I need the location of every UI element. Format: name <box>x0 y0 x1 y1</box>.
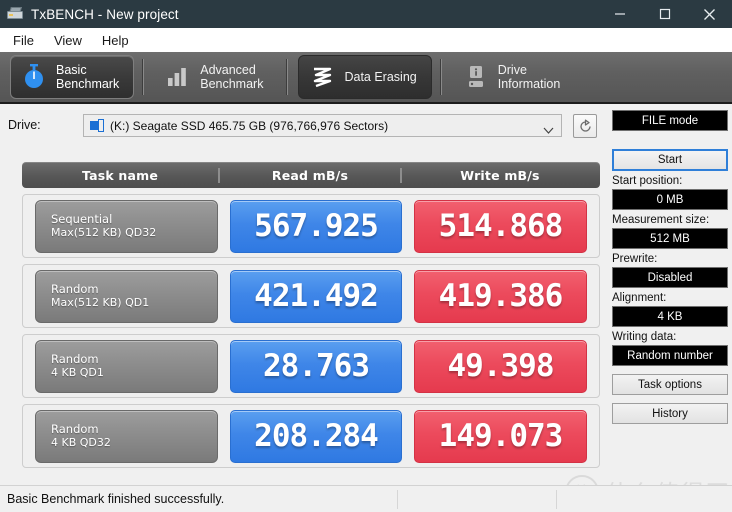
menu-item-file[interactable]: File <box>4 31 43 50</box>
tab-drive-information[interactable]: Drive Information <box>452 55 576 99</box>
write-value: 419.386 <box>414 270 587 323</box>
maximize-icon[interactable] <box>642 0 687 28</box>
window-controls <box>597 0 732 28</box>
column-header-write: Write mB/s <box>400 168 598 183</box>
alignment-value[interactable]: 4 KB <box>612 306 728 327</box>
stopwatch-icon <box>21 62 47 92</box>
status-bar: Basic Benchmark finished successfully. <box>0 485 732 512</box>
table-row: Random Max(512 KB) QD1 421.492 419.386 <box>22 264 600 328</box>
measurement-size-value[interactable]: 512 MB <box>612 228 728 249</box>
refresh-icon[interactable] <box>573 114 597 138</box>
tab-basic-benchmark-label: Basic Benchmark <box>56 63 119 91</box>
tab-separator <box>286 59 288 95</box>
benchmark-results: Task name Read mB/s Write mB/s Sequentia… <box>22 162 600 474</box>
title-bar: TxBENCH - New project <box>0 0 732 28</box>
menu-item-help[interactable]: Help <box>93 31 138 50</box>
tab-drive-information-label: Drive Information <box>498 63 561 91</box>
tab-data-erasing-label: Data Erasing <box>344 70 416 84</box>
prewrite-label: Prewrite: <box>612 253 728 265</box>
read-value: 567.925 <box>230 200 402 253</box>
drive-icon <box>7 6 23 22</box>
task-name-cell[interactable]: Random 4 KB QD32 <box>35 410 218 463</box>
start-button[interactable]: Start <box>612 149 728 171</box>
writing-data-value[interactable]: Random number <box>612 345 728 366</box>
start-position-label: Start position: <box>612 175 728 187</box>
minimize-icon[interactable] <box>597 0 642 28</box>
table-row: Sequential Max(512 KB) QD32 567.925 514.… <box>22 194 600 258</box>
write-value: 49.398 <box>414 340 587 393</box>
task-options-button[interactable]: Task options <box>612 374 728 395</box>
chevron-down-icon <box>543 122 554 140</box>
txbench-window: TxBENCH - New project File View Help <box>0 0 732 512</box>
drive-volume-icon <box>90 119 104 132</box>
write-value: 514.868 <box>414 200 587 253</box>
tab-strip: Basic Benchmark Advanced Benchmark <box>0 52 732 104</box>
status-divider <box>397 490 398 509</box>
write-value: 149.073 <box>414 410 587 463</box>
tab-data-erasing[interactable]: Data Erasing <box>298 55 431 99</box>
file-mode-button[interactable]: FILE mode <box>612 110 728 131</box>
column-header-read: Read mB/s <box>218 168 400 183</box>
history-button[interactable]: History <box>612 403 728 424</box>
settings-panel: FILE mode Start Start position: 0 MB Mea… <box>612 110 728 424</box>
tab-separator <box>142 59 144 95</box>
tab-advanced-benchmark[interactable]: Advanced Benchmark <box>154 55 278 99</box>
drive-label: Drive: <box>8 118 41 132</box>
start-position-value[interactable]: 0 MB <box>612 189 728 210</box>
measurement-size-label: Measurement size: <box>612 214 728 226</box>
column-header-task-name: Task name <box>22 168 218 183</box>
results-header-row: Task name Read mB/s Write mB/s <box>22 162 600 188</box>
menu-bar: File View Help <box>0 28 732 52</box>
task-name-cell[interactable]: Sequential Max(512 KB) QD32 <box>35 200 218 253</box>
tab-basic-benchmark[interactable]: Basic Benchmark <box>10 55 134 99</box>
task-name-cell[interactable]: Random 4 KB QD1 <box>35 340 218 393</box>
drive-select[interactable]: (K:) Seagate SSD 465.75 GB (976,766,976 … <box>83 114 562 137</box>
drive-select-value: (K:) Seagate SSD 465.75 GB (976,766,976 … <box>110 119 388 133</box>
drive-information-icon <box>463 62 489 92</box>
table-row: Random 4 KB QD32 208.284 149.073 <box>22 404 600 468</box>
read-value: 421.492 <box>230 270 402 323</box>
prewrite-value[interactable]: Disabled <box>612 267 728 288</box>
close-icon[interactable] <box>687 0 732 28</box>
writing-data-label: Writing data: <box>612 331 728 343</box>
status-divider <box>556 490 557 509</box>
alignment-label: Alignment: <box>612 292 728 304</box>
read-value: 28.763 <box>230 340 402 393</box>
tab-separator <box>440 59 442 95</box>
menu-item-view[interactable]: View <box>45 31 91 50</box>
bar-chart-icon <box>165 62 191 92</box>
table-row: Random 4 KB QD1 28.763 49.398 <box>22 334 600 398</box>
status-message: Basic Benchmark finished successfully. <box>7 492 224 506</box>
task-name-cell[interactable]: Random Max(512 KB) QD1 <box>35 270 218 323</box>
read-value: 208.284 <box>230 410 402 463</box>
tab-advanced-benchmark-label: Advanced Benchmark <box>200 63 263 91</box>
data-erasing-icon <box>309 62 335 92</box>
window-title: TxBENCH - New project <box>31 7 179 22</box>
